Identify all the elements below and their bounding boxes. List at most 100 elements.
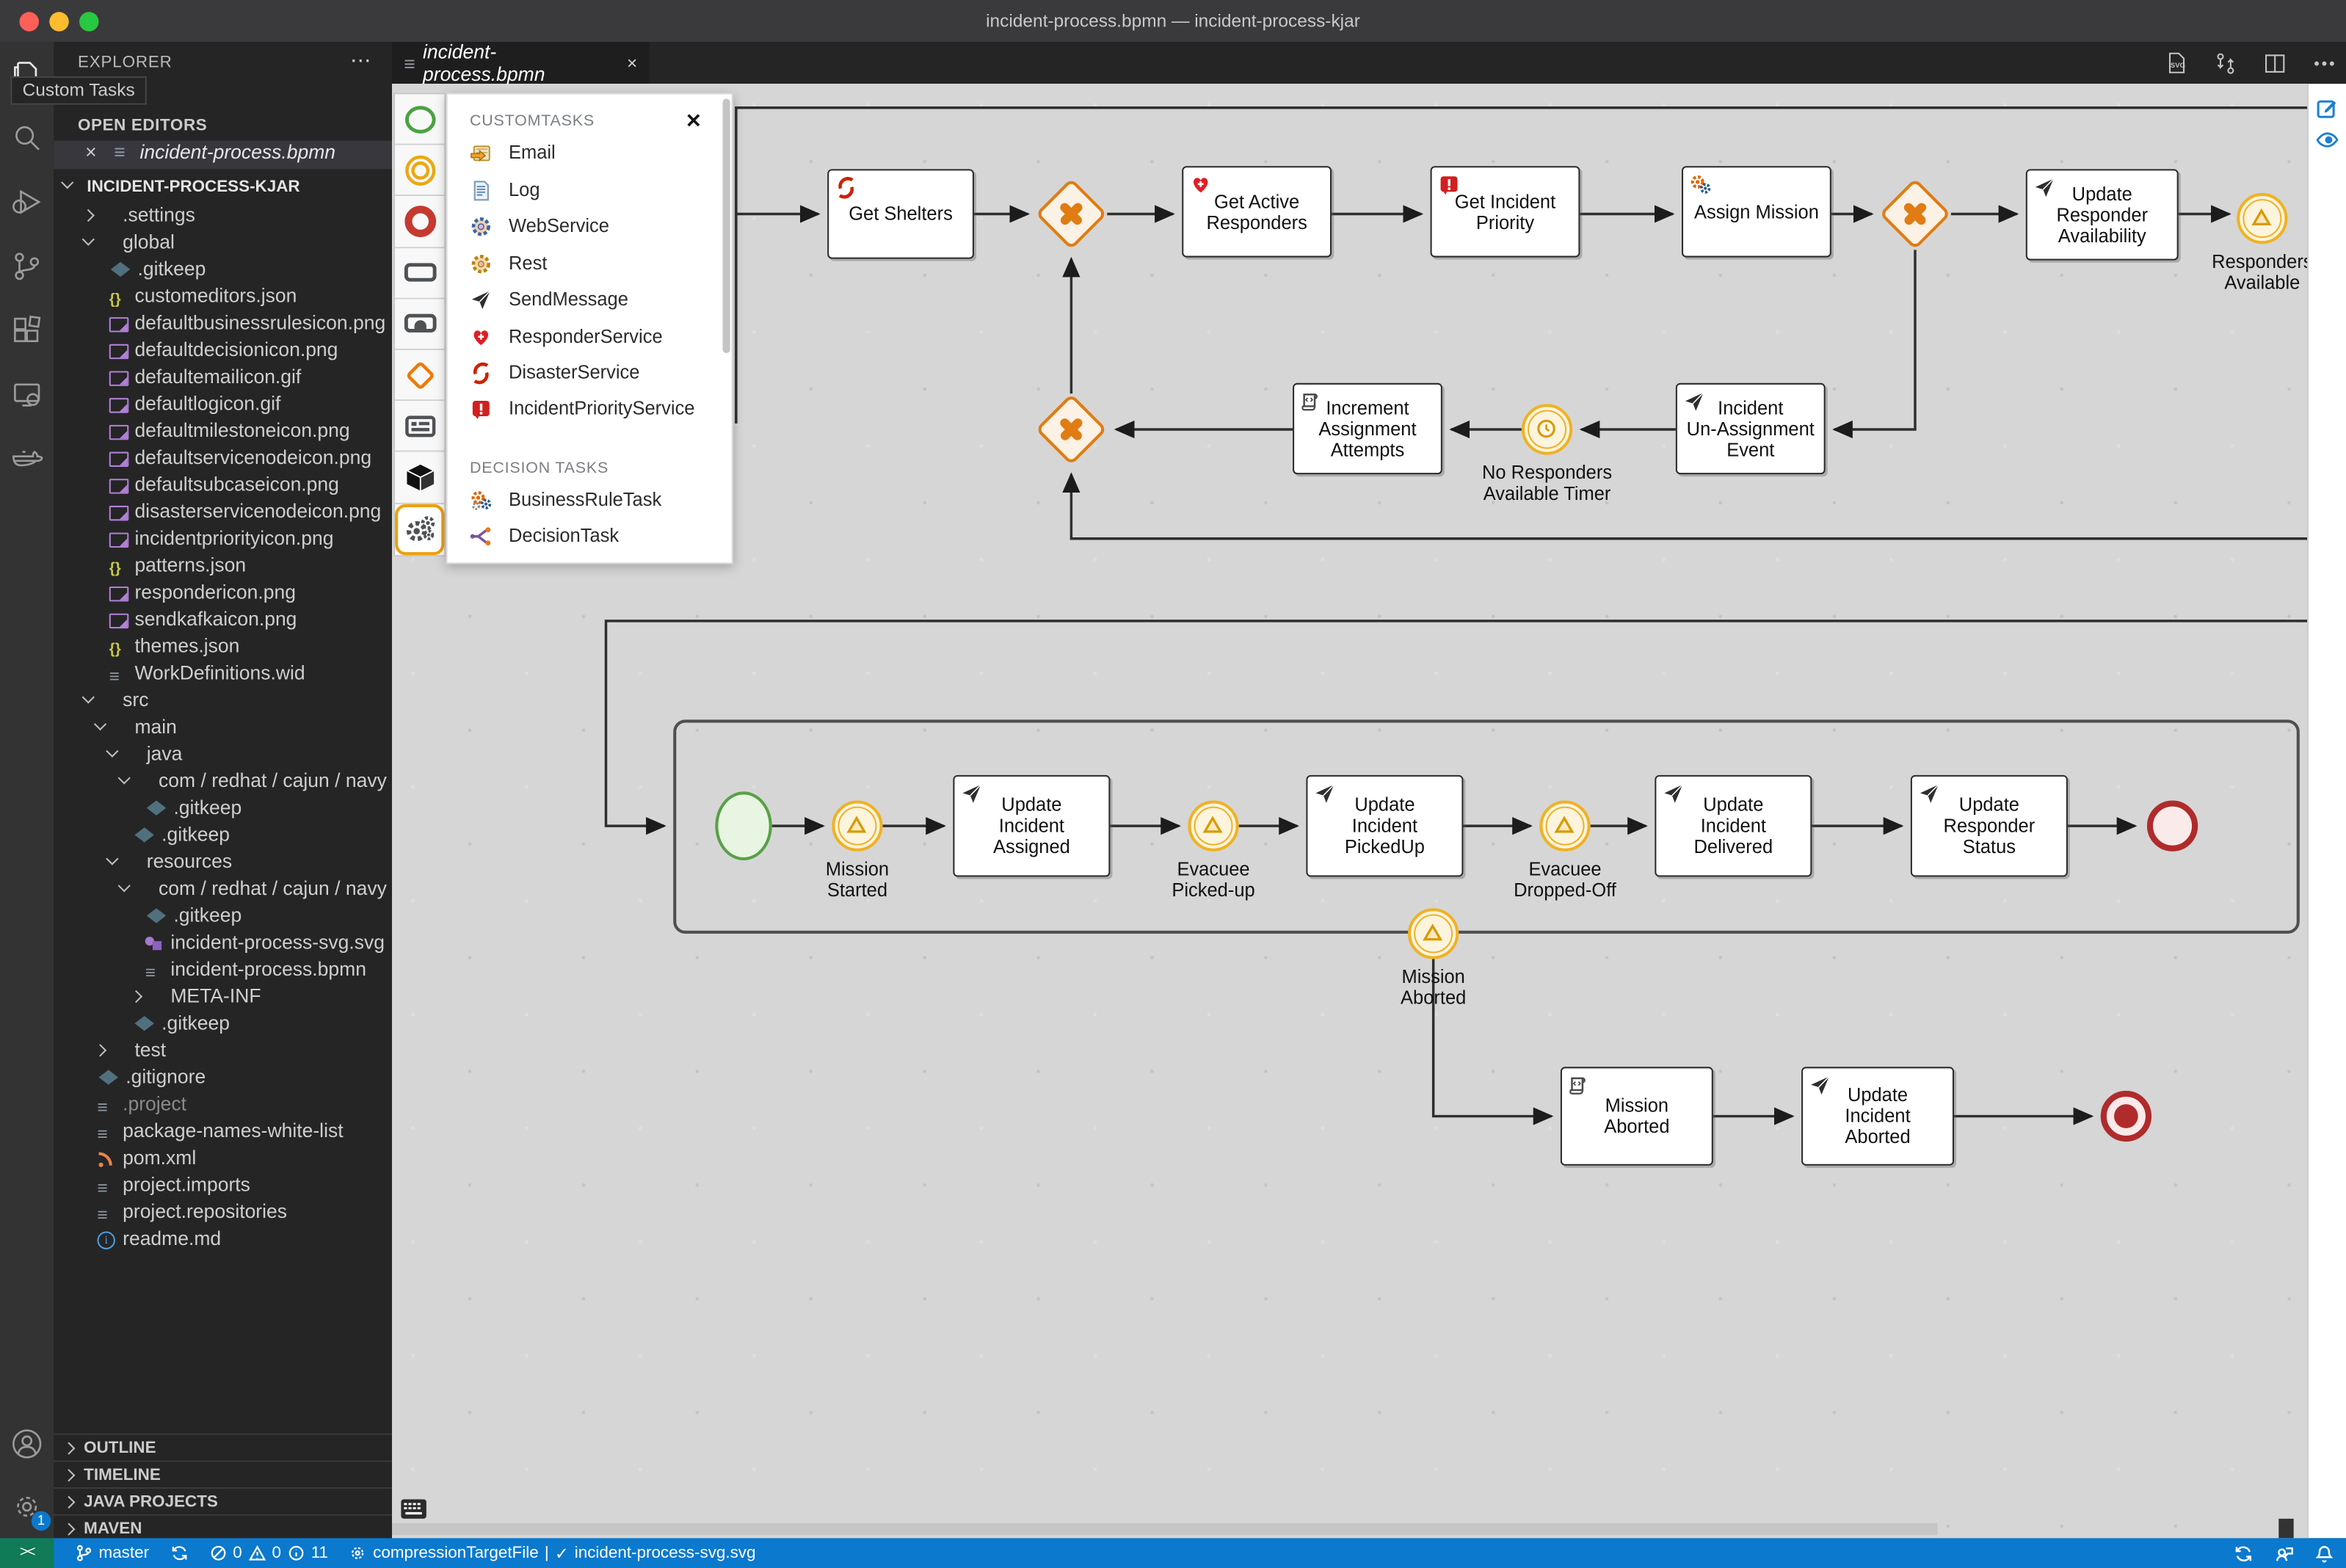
tab-incident-process[interactable]: ≡ incident-process.bpmn × bbox=[392, 40, 650, 85]
panel-maven[interactable]: MAVEN bbox=[54, 1514, 393, 1539]
task-status-item[interactable]: compressionTargetFile | ✓ incident-proce… bbox=[349, 1543, 756, 1563]
docker-icon[interactable] bbox=[9, 441, 45, 477]
popup-scrollbar[interactable] bbox=[722, 98, 730, 354]
export-svg-icon[interactable]: SVG bbox=[2163, 50, 2189, 76]
bpmn-task-update-responder-status[interactable]: Update Responder Status bbox=[1910, 774, 2068, 877]
panel-outline[interactable]: OUTLINE bbox=[54, 1433, 393, 1461]
tree-item[interactable]: resources bbox=[54, 849, 392, 876]
palette-artifact-cube-button[interactable] bbox=[395, 452, 445, 504]
tree-item[interactable]: defaultmilestoneicon.png bbox=[54, 418, 392, 445]
bpmn-start-event[interactable] bbox=[715, 791, 772, 861]
remote-explorer-icon[interactable] bbox=[9, 377, 45, 413]
split-editor-icon[interactable] bbox=[2262, 50, 2288, 76]
bpmn-task-get-incident-priority[interactable]: Get Incident Priority bbox=[1430, 166, 1580, 258]
tree-item[interactable]: .gitkeep bbox=[54, 256, 392, 283]
bell-icon[interactable] bbox=[2314, 1543, 2334, 1562]
bpmn-terminate-end-event[interactable] bbox=[2100, 1090, 2152, 1142]
bpmn-task-get-active-responders[interactable]: Get Active Responders bbox=[1182, 166, 1332, 258]
compare-changes-icon[interactable] bbox=[2213, 50, 2239, 76]
open-editor-row[interactable]: × ≡ incident-process.bpmn bbox=[54, 140, 393, 170]
bpmn-task-update-incident-aborted[interactable]: Update Incident Aborted bbox=[1801, 1067, 1954, 1166]
edit-icon[interactable] bbox=[2316, 97, 2339, 120]
feedback-icon[interactable] bbox=[2274, 1543, 2294, 1562]
run-debug-icon[interactable] bbox=[9, 184, 45, 220]
popup-item-incidentpriorityservice[interactable]: IncidentPriorityService bbox=[470, 393, 694, 424]
tree-item[interactable]: WorkDefinitions.wid bbox=[54, 660, 392, 689]
scrollbar-thumb[interactable] bbox=[2278, 1518, 2294, 1539]
tree-item[interactable]: defaultbusinessrulesicon.png bbox=[54, 310, 392, 337]
sync-item[interactable] bbox=[170, 1544, 188, 1561]
bpmn-task-increment-assignment-attempts[interactable]: Increment Assignment Attempts bbox=[1293, 382, 1442, 475]
tree-item[interactable]: sendkafkaicon.png bbox=[54, 606, 392, 633]
popup-item-email[interactable]: Email bbox=[470, 138, 556, 168]
close-icon[interactable]: × bbox=[85, 141, 96, 164]
popup-item-responderservice[interactable]: ResponderService bbox=[470, 322, 663, 352]
popup-item-sendmessage[interactable]: SendMessage bbox=[470, 284, 628, 314]
tree-item[interactable]: pom.xml bbox=[54, 1144, 392, 1172]
source-control-icon[interactable] bbox=[9, 248, 45, 284]
palette-gateway-button[interactable] bbox=[395, 349, 445, 402]
tree-item[interactable]: defaultservicenodeicon.png bbox=[54, 444, 392, 471]
project-root-row[interactable]: INCIDENT-PROCESS-KJAR bbox=[54, 173, 392, 202]
bpmn-task-update-incident-pickedup[interactable]: Update Incident PickedUp bbox=[1306, 774, 1464, 877]
accounts-icon[interactable] bbox=[9, 1426, 45, 1462]
tree-item[interactable]: defaultsubcaseicon.png bbox=[54, 471, 392, 498]
popup-item-log[interactable]: Log bbox=[470, 175, 540, 205]
tree-item[interactable]: com / redhat / cajun / navy / process bbox=[54, 768, 392, 795]
palette-subprocess-button[interactable] bbox=[395, 299, 445, 350]
tree-item[interactable]: incident-process-svg.svg bbox=[54, 929, 392, 957]
bpmn-event-evacuee-droppedoff[interactable] bbox=[1539, 800, 1591, 852]
remote-indicator[interactable]: >< bbox=[0, 1538, 54, 1568]
tree-item[interactable]: .project bbox=[54, 1091, 392, 1120]
bpmn-task-update-incident-assigned[interactable]: Update Incident Assigned bbox=[953, 774, 1111, 877]
bpmn-task-assign-mission[interactable]: Assign Mission bbox=[1682, 166, 1831, 258]
sync-icon[interactable] bbox=[2234, 1543, 2253, 1562]
tree-item[interactable]: disasterservicenodeicon.png bbox=[54, 498, 392, 526]
bpmn-event-no-responders-timer[interactable] bbox=[1521, 404, 1573, 455]
tree-item[interactable]: incident-process.bpmn bbox=[54, 956, 392, 985]
tree-item[interactable]: global bbox=[54, 229, 392, 256]
tree-item[interactable]: themes.json bbox=[54, 633, 392, 664]
tree-item[interactable]: src bbox=[54, 687, 392, 714]
tree-item[interactable]: incidentpriorityicon.png bbox=[54, 525, 392, 552]
tree-item[interactable]: defaultlogicon.gif bbox=[54, 391, 392, 418]
tree-item[interactable]: .gitignore bbox=[54, 1064, 392, 1091]
bpmn-task-mission-aborted[interactable]: Mission Aborted bbox=[1560, 1067, 1713, 1166]
bpmn-task-update-responder-availability[interactable]: Update Responder Availability bbox=[2025, 169, 2179, 261]
bpmn-boundary-event-mission-aborted[interactable] bbox=[1408, 908, 1459, 959]
popup-item-decisiontask[interactable]: DecisionTask bbox=[470, 520, 619, 551]
palette-form-button[interactable] bbox=[395, 401, 445, 453]
bpmn-event-mission-started[interactable] bbox=[832, 800, 883, 852]
extensions-icon[interactable] bbox=[9, 313, 45, 349]
explorer-more-icon[interactable]: ⋯ bbox=[350, 48, 371, 73]
palette-task-button[interactable] bbox=[395, 247, 445, 300]
tree-item[interactable]: defaultemailicon.gif bbox=[54, 363, 392, 391]
bpmn-end-event[interactable] bbox=[2146, 800, 2198, 852]
panel-timeline[interactable]: TIMELINE bbox=[54, 1460, 393, 1487]
tree-item[interactable]: readme.md bbox=[54, 1225, 392, 1252]
tree-item[interactable]: META-INF bbox=[54, 983, 392, 1010]
popup-item-rest[interactable]: Rest bbox=[470, 248, 547, 278]
palette-intermediate-event-button[interactable] bbox=[395, 145, 445, 197]
tree-item[interactable]: defaultdecisionicon.png bbox=[54, 337, 392, 364]
settings-gear-icon[interactable]: 1 bbox=[9, 1489, 51, 1531]
bpmn-task-update-incident-delivered[interactable]: Update Incident Delivered bbox=[1655, 774, 1812, 877]
popup-item-disasterservice[interactable]: DisasterService bbox=[470, 357, 639, 388]
tree-item[interactable]: main bbox=[54, 714, 392, 741]
close-icon[interactable]: ✕ bbox=[686, 109, 702, 134]
tree-item[interactable]: patterns.json bbox=[54, 552, 392, 583]
tree-item[interactable]: .settings bbox=[54, 202, 392, 229]
tree-item[interactable]: com / redhat / cajun / navy / process bbox=[54, 875, 392, 902]
horizontal-scrollbar[interactable] bbox=[392, 1522, 1938, 1536]
palette-start-event-button[interactable] bbox=[395, 94, 445, 146]
git-branch-item[interactable]: master bbox=[75, 1544, 149, 1562]
tree-item[interactable]: java bbox=[54, 741, 392, 768]
tab-close-icon[interactable]: × bbox=[627, 52, 637, 73]
bpmn-task-incident-unassignment-event[interactable]: Incident Un-Assignment Event bbox=[1675, 382, 1826, 475]
tree-item[interactable]: respondericon.png bbox=[54, 579, 392, 606]
tree-item[interactable]: .gitkeep bbox=[54, 794, 392, 821]
tree-item[interactable]: package-names-white-list bbox=[54, 1118, 392, 1147]
tree-item[interactable]: .gitkeep bbox=[54, 902, 392, 929]
tree-item[interactable]: .gitkeep bbox=[54, 821, 392, 849]
popup-item-webservice[interactable]: WebService bbox=[470, 211, 609, 241]
